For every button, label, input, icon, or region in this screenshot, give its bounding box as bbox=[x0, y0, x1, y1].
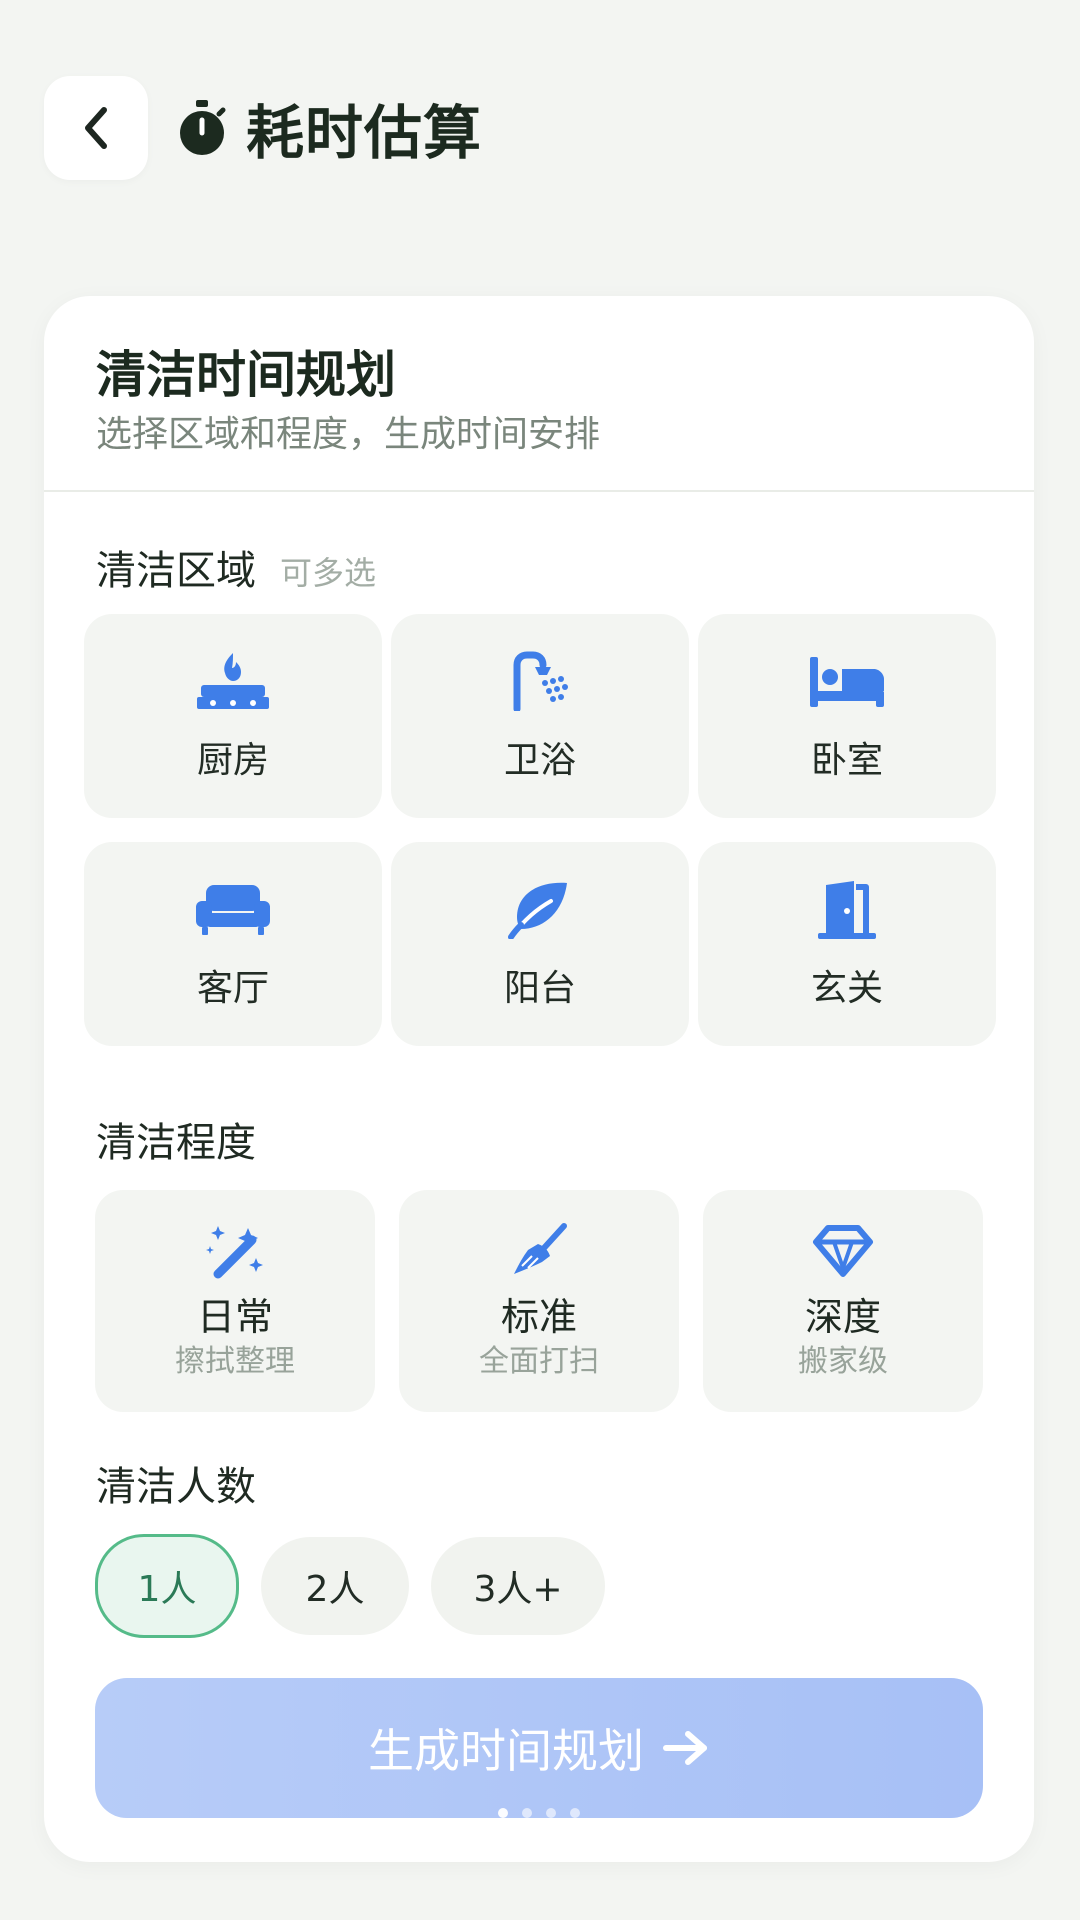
top-bar: 耗时估算 bbox=[44, 76, 482, 180]
page-dot bbox=[498, 1808, 508, 1818]
area-tile-balcony[interactable]: 阳台 bbox=[391, 842, 689, 1046]
page-title: 耗时估算 bbox=[246, 99, 483, 167]
generate-plan-label: 生成时间规划 bbox=[368, 1724, 644, 1778]
page-indicator bbox=[498, 1808, 594, 1818]
level-subtitle: 全面打扫 bbox=[479, 1344, 599, 1379]
magic-wand-icon bbox=[203, 1221, 267, 1281]
page-dot bbox=[570, 1808, 580, 1818]
area-label: 玄关 bbox=[810, 968, 883, 1009]
sofa-icon bbox=[191, 877, 275, 941]
area-tile-entrance[interactable]: 玄关 bbox=[698, 842, 996, 1046]
card-subtitle: 选择区域和程度，生成时间安排 bbox=[96, 414, 601, 455]
people-option-3plus[interactable]: 3人+ bbox=[431, 1537, 605, 1635]
arrow-right-icon bbox=[662, 1728, 710, 1768]
area-label: 卧室 bbox=[810, 740, 883, 781]
level-tile-deep[interactable]: 深度 搬家级 bbox=[703, 1190, 983, 1412]
level-title: 标准 bbox=[500, 1295, 577, 1339]
page-dot bbox=[522, 1808, 532, 1818]
area-label: 阳台 bbox=[503, 968, 576, 1009]
people-section-label: 清洁人数 bbox=[96, 1464, 256, 1510]
level-tile-standard[interactable]: 标准 全面打扫 bbox=[399, 1190, 679, 1412]
leaf-icon bbox=[498, 877, 582, 941]
people-option-1[interactable]: 1人 bbox=[95, 1534, 239, 1638]
stove-fire-icon bbox=[191, 649, 275, 713]
area-tile-bathroom[interactable]: 卫浴 bbox=[391, 614, 689, 818]
level-subtitle: 搬家级 bbox=[798, 1344, 888, 1379]
header-title-group: 耗时估算 bbox=[174, 86, 482, 170]
back-button[interactable] bbox=[44, 76, 148, 180]
broom-icon bbox=[507, 1221, 571, 1281]
area-tile-bedroom[interactable]: 卧室 bbox=[698, 614, 996, 818]
generate-plan-button[interactable]: 生成时间规划 bbox=[95, 1678, 983, 1818]
planner-card: 清洁时间规划 选择区域和程度，生成时间安排 清洁区域 可多选 厨房 卫浴 卧室 … bbox=[44, 296, 1034, 1862]
area-label: 卫浴 bbox=[503, 740, 576, 781]
level-section-header: 清洁程度 bbox=[96, 1110, 256, 1168]
level-grid: 日常 擦拭整理 标准 全面打扫 深度 搬家级 bbox=[95, 1190, 983, 1412]
level-tile-daily[interactable]: 日常 擦拭整理 bbox=[95, 1190, 375, 1412]
level-subtitle: 擦拭整理 bbox=[175, 1344, 295, 1379]
area-section-label: 清洁区域 bbox=[96, 548, 256, 594]
area-label: 厨房 bbox=[196, 740, 269, 781]
area-grid: 厨房 卫浴 卧室 客厅 阳台 玄关 bbox=[84, 614, 996, 1046]
page-dot bbox=[546, 1808, 556, 1818]
shower-icon bbox=[498, 649, 582, 713]
card-title: 清洁时间规划 bbox=[96, 346, 396, 404]
people-section-header: 清洁人数 bbox=[96, 1454, 256, 1512]
level-title: 深度 bbox=[804, 1295, 881, 1339]
area-section-header: 清洁区域 可多选 bbox=[96, 538, 376, 596]
area-tile-kitchen[interactable]: 厨房 bbox=[84, 614, 382, 818]
stopwatch-icon bbox=[174, 98, 230, 158]
door-icon bbox=[805, 877, 889, 941]
bed-icon bbox=[805, 649, 889, 713]
people-selector: 1人 2人 3人+ bbox=[95, 1534, 627, 1638]
chevron-left-icon bbox=[85, 107, 107, 149]
people-option-2[interactable]: 2人 bbox=[261, 1537, 409, 1635]
diamond-icon bbox=[811, 1221, 875, 1281]
card-header: 清洁时间规划 选择区域和程度，生成时间安排 bbox=[44, 296, 1034, 492]
area-tile-living-room[interactable]: 客厅 bbox=[84, 842, 382, 1046]
area-section-hint: 可多选 bbox=[280, 554, 377, 592]
area-label: 客厅 bbox=[196, 968, 269, 1009]
level-section-label: 清洁程度 bbox=[96, 1120, 256, 1166]
level-title: 日常 bbox=[196, 1295, 273, 1339]
